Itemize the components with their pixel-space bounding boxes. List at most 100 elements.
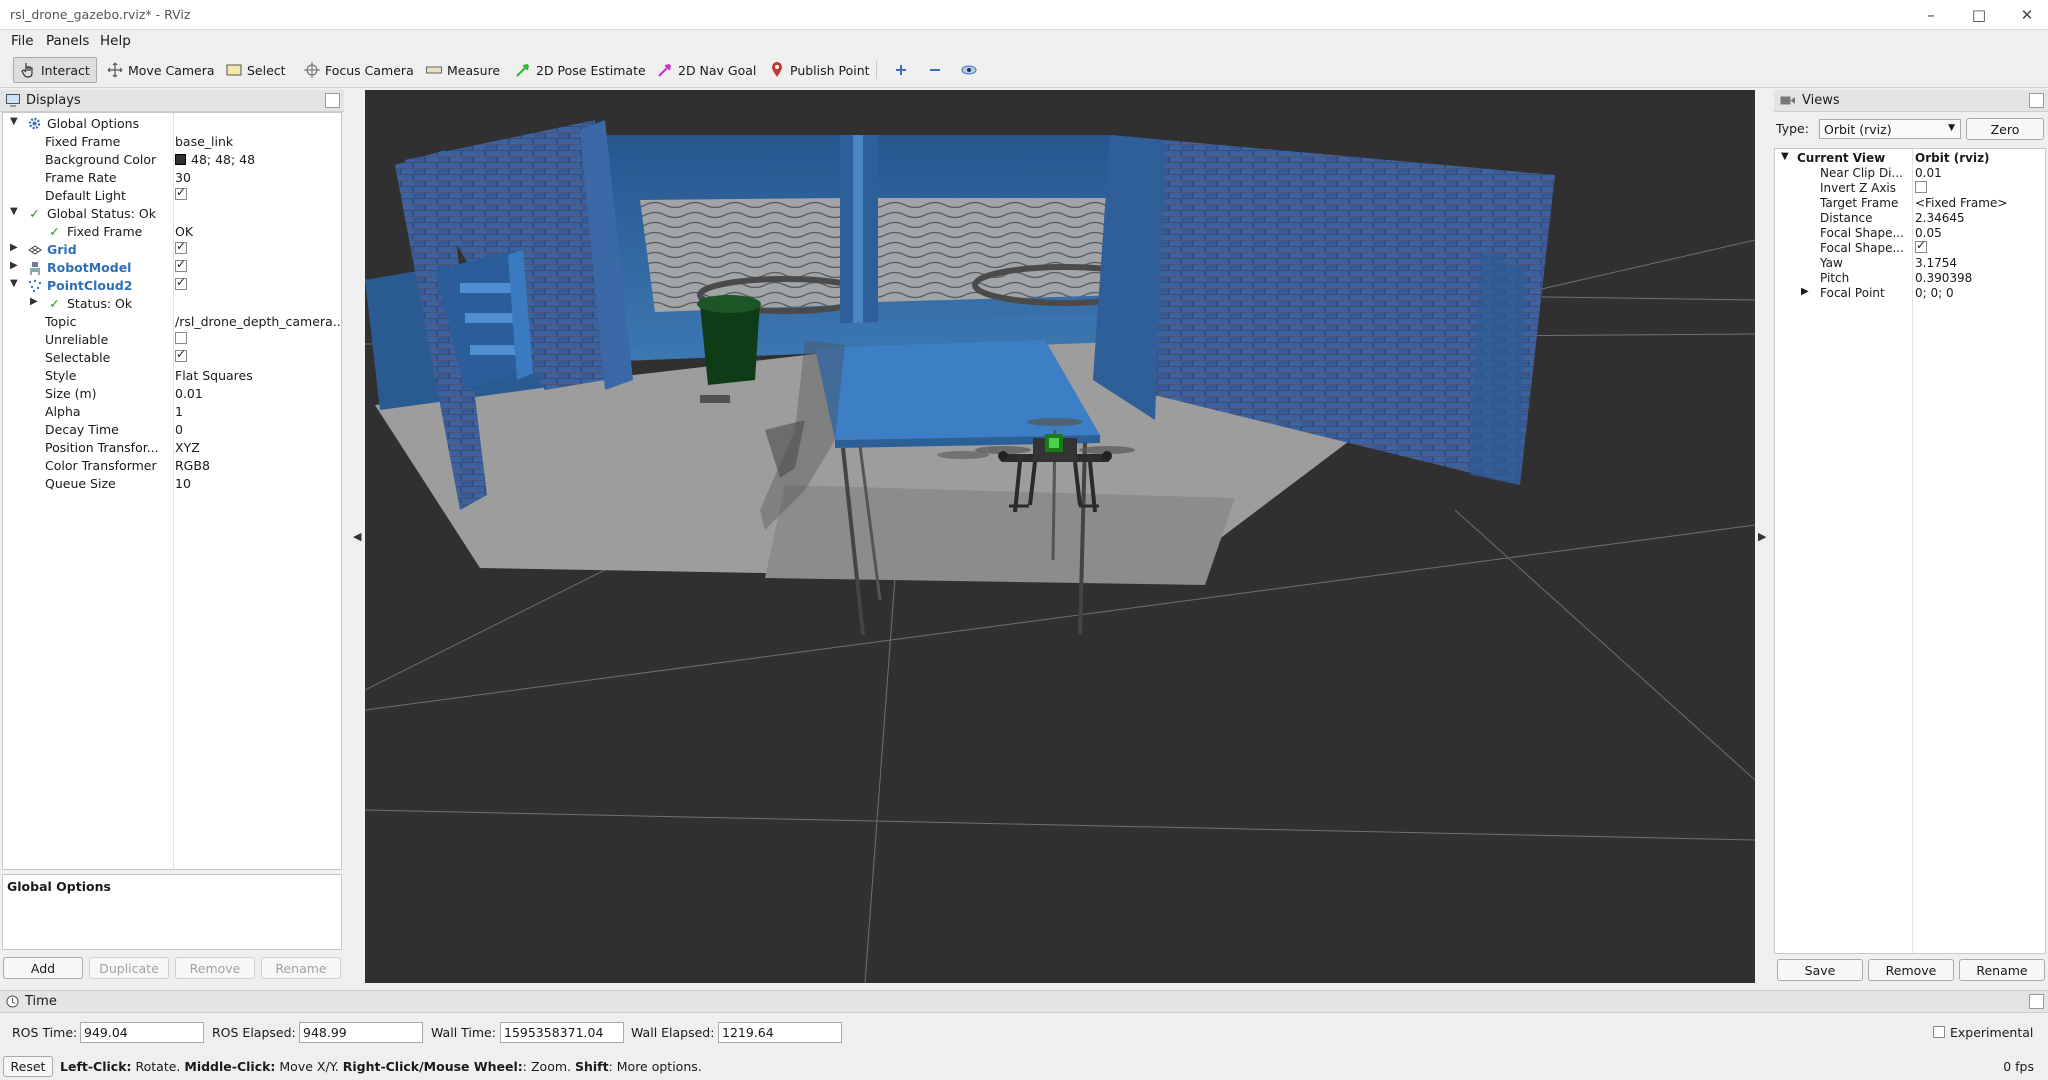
tree-row-global-status[interactable]: ▼ ✓ Global Status: Ok: [3, 205, 341, 223]
collapse-arrow-icon[interactable]: ▶: [10, 260, 18, 271]
focal-point-value[interactable]: 0; 0; 0: [1915, 286, 1954, 300]
collapse-arrow-icon[interactable]: ▶: [10, 242, 18, 253]
tool-2d-pose-estimate[interactable]: 2D Pose Estimate: [508, 57, 653, 83]
focal-shape-fixed-checkbox[interactable]: [1915, 238, 1927, 253]
size-value[interactable]: 0.01: [175, 386, 341, 401]
tool-publish-point[interactable]: Publish Point: [762, 57, 877, 83]
tree-row-pointcloud2[interactable]: ▼ PointCloud2: [3, 277, 341, 295]
tree-row-background-color[interactable]: Background Color 48; 48; 48: [3, 151, 341, 169]
view-options-button[interactable]: [954, 57, 989, 83]
maximize-button[interactable]: □: [1964, 4, 1994, 26]
expand-arrow-icon[interactable]: ▼: [10, 116, 18, 127]
right-splitter-arrow-icon[interactable]: ▶: [1758, 530, 1766, 543]
background-color-value[interactable]: 48; 48; 48: [175, 152, 341, 167]
pitch-value[interactable]: 0.390398: [1915, 271, 1972, 285]
decay-time-value[interactable]: 0: [175, 422, 341, 437]
tree-row-frame-rate[interactable]: Frame Rate 30: [3, 169, 341, 187]
selectable-checkbox[interactable]: [175, 350, 187, 362]
collapse-arrow-icon[interactable]: ▶: [30, 296, 38, 307]
default-light-checkbox[interactable]: [175, 188, 187, 200]
tree-row-invert-z[interactable]: Invert Z Axis: [1775, 181, 2045, 196]
expand-arrow-icon[interactable]: ▼: [1781, 151, 1789, 162]
zero-button[interactable]: Zero: [1966, 118, 2044, 140]
tree-row-focal-point[interactable]: ▶ Focal Point 0; 0; 0: [1775, 286, 2045, 301]
frame-rate-value[interactable]: 30: [175, 170, 341, 185]
undock-button[interactable]: [325, 93, 340, 108]
ros-time-field[interactable]: 949.04: [80, 1022, 204, 1043]
tool-focus-camera[interactable]: Focus Camera: [297, 57, 421, 83]
tree-row-default-light[interactable]: Default Light: [3, 187, 341, 205]
tree-row-near-clip[interactable]: Near Clip Di... 0.01: [1775, 166, 2045, 181]
menu-help[interactable]: Help: [100, 33, 131, 49]
distance-value[interactable]: 2.34645: [1915, 211, 1965, 225]
fixed-frame-value[interactable]: base_link: [175, 134, 341, 149]
unreliable-checkbox[interactable]: [175, 332, 187, 344]
remove-display-button[interactable]: Remove: [175, 957, 255, 979]
tool-move-camera[interactable]: Move Camera: [100, 57, 222, 83]
invert-z-checkbox[interactable]: [1915, 181, 1927, 193]
tree-row-color-transformer[interactable]: Color Transformer RGB8: [3, 457, 341, 475]
undock-button[interactable]: [2029, 994, 2044, 1009]
remove-view-button[interactable]: Remove: [1868, 959, 1954, 981]
tool-select[interactable]: Select: [219, 57, 293, 83]
rename-display-button[interactable]: Rename: [261, 957, 341, 979]
tree-row-style[interactable]: Style Flat Squares: [3, 367, 341, 385]
queue-size-value[interactable]: 10: [175, 476, 341, 491]
tree-row-selectable[interactable]: Selectable: [3, 349, 341, 367]
tree-row-fixed-frame[interactable]: Fixed Frame base_link: [3, 133, 341, 151]
tree-row-robotmodel[interactable]: ▶ RobotModel: [3, 259, 341, 277]
style-value[interactable]: Flat Squares: [175, 368, 341, 383]
tool-interact[interactable]: Interact: [13, 57, 97, 83]
topic-value[interactable]: /rsl_drone_depth_camera...: [175, 314, 341, 329]
tree-row-global-options[interactable]: ▼ Global Options: [3, 115, 341, 133]
tree-row-target-frame[interactable]: Target Frame <Fixed Frame>: [1775, 196, 2045, 211]
tree-row-yaw[interactable]: Yaw 3.1754: [1775, 256, 2045, 271]
render-viewport[interactable]: [365, 90, 1755, 983]
color-transformer-value[interactable]: RGB8: [175, 458, 341, 473]
robotmodel-enabled-checkbox[interactable]: [175, 260, 187, 272]
rename-view-button[interactable]: Rename: [1959, 959, 2045, 981]
tool-2d-nav-goal[interactable]: 2D Nav Goal: [650, 57, 763, 83]
duplicate-display-button[interactable]: Duplicate: [89, 957, 169, 979]
tree-row-pitch[interactable]: Pitch 0.390398: [1775, 271, 2045, 286]
left-splitter-arrow-icon[interactable]: ◀: [353, 530, 361, 543]
wall-time-field[interactable]: 1595358371.04: [500, 1022, 624, 1043]
ros-elapsed-field[interactable]: 948.99: [299, 1022, 423, 1043]
tree-row-distance[interactable]: Distance 2.34645: [1775, 211, 2045, 226]
expand-arrow-icon[interactable]: ▼: [10, 206, 18, 217]
minimize-button[interactable]: –: [1916, 4, 1946, 26]
tree-row-current-view[interactable]: ▼ Current View Orbit (rviz): [1775, 151, 2045, 166]
tree-row-size[interactable]: Size (m) 0.01: [3, 385, 341, 403]
menu-panels[interactable]: Panels: [46, 33, 89, 49]
tool-measure[interactable]: Measure: [419, 57, 507, 83]
alpha-value[interactable]: 1: [175, 404, 341, 419]
tree-row-alpha[interactable]: Alpha 1: [3, 403, 341, 421]
target-frame-value[interactable]: <Fixed Frame>: [1915, 196, 2007, 210]
tree-row-focal-shape-fixed[interactable]: Focal Shape...: [1775, 238, 2045, 256]
tree-row-queue-size[interactable]: Queue Size 10: [3, 475, 341, 493]
add-tool-button[interactable]: [886, 57, 921, 83]
add-display-button[interactable]: Add: [3, 957, 83, 979]
tree-row-grid[interactable]: ▶ Grid: [3, 241, 341, 259]
expand-arrow-icon[interactable]: ▼: [10, 278, 18, 289]
tree-row-fixed-frame-status[interactable]: ✓ Fixed Frame OK: [3, 223, 341, 241]
tree-row-unreliable[interactable]: Unreliable: [3, 331, 341, 349]
tree-row-topic[interactable]: Topic /rsl_drone_depth_camera...: [3, 313, 341, 331]
position-transformer-value[interactable]: XYZ: [175, 440, 341, 455]
menu-file[interactable]: File: [11, 33, 34, 49]
view-type-dropdown[interactable]: Orbit (rviz) ▼: [1819, 119, 1961, 139]
tree-row-position-transformer[interactable]: Position Transfor... XYZ: [3, 439, 341, 457]
experimental-checkbox[interactable]: [1933, 1026, 1945, 1038]
tree-row-focal-shape-size[interactable]: Focal Shape... 0.05: [1775, 226, 2045, 241]
collapse-arrow-icon[interactable]: ▶: [1801, 286, 1809, 297]
wall-elapsed-field[interactable]: 1219.64: [718, 1022, 842, 1043]
reset-button[interactable]: Reset: [3, 1056, 53, 1077]
close-button[interactable]: ✕: [2012, 4, 2042, 26]
grid-enabled-checkbox[interactable]: [175, 242, 187, 254]
near-clip-value[interactable]: 0.01: [1915, 166, 1942, 180]
tree-row-status-ok[interactable]: ▶ ✓ Status: Ok: [3, 295, 341, 313]
pointcloud2-enabled-checkbox[interactable]: [175, 278, 187, 290]
yaw-value[interactable]: 3.1754: [1915, 256, 1957, 270]
remove-tool-button[interactable]: [920, 57, 955, 83]
tree-row-decay-time[interactable]: Decay Time 0: [3, 421, 341, 439]
